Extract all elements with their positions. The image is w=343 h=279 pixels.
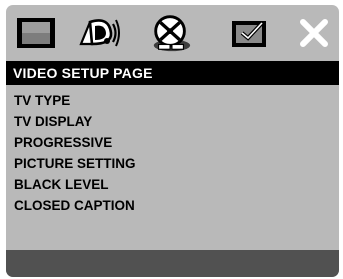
menu-item-tv-type[interactable]: TV TYPE [6,90,339,111]
page-title: VIDEO SETUP PAGE [13,65,153,81]
general-setup-icon [17,18,55,48]
menu-item-picture-setting[interactable]: PICTURE SETTING [6,153,339,174]
exit-icon [300,19,328,47]
tab-preference[interactable] [227,12,271,54]
audio-setup-icon [79,19,120,47]
tab-video-setup[interactable] [149,12,193,54]
preference-icon [232,21,266,47]
page-title-bar: VIDEO SETUP PAGE [6,61,339,85]
tab-exit[interactable] [292,12,336,54]
menu-item-black-level[interactable]: BLACK LEVEL [6,174,339,195]
video-setup-icon [153,15,191,52]
tab-audio-setup[interactable] [77,12,121,54]
menu-item-progressive[interactable]: PROGRESSIVE [6,132,339,153]
tab-general-setup[interactable] [14,12,58,54]
setup-icon-bar [6,5,339,59]
menu-item-tv-display[interactable]: TV DISPLAY [6,111,339,132]
menu-item-closed-caption[interactable]: CLOSED CAPTION [6,195,339,216]
setup-menu-screen: VIDEO SETUP PAGE TV TYPE TV DISPLAY PROG… [6,5,339,277]
video-setup-menu: TV TYPE TV DISPLAY PROGRESSIVE PICTURE S… [6,90,339,216]
status-bar [6,250,339,277]
